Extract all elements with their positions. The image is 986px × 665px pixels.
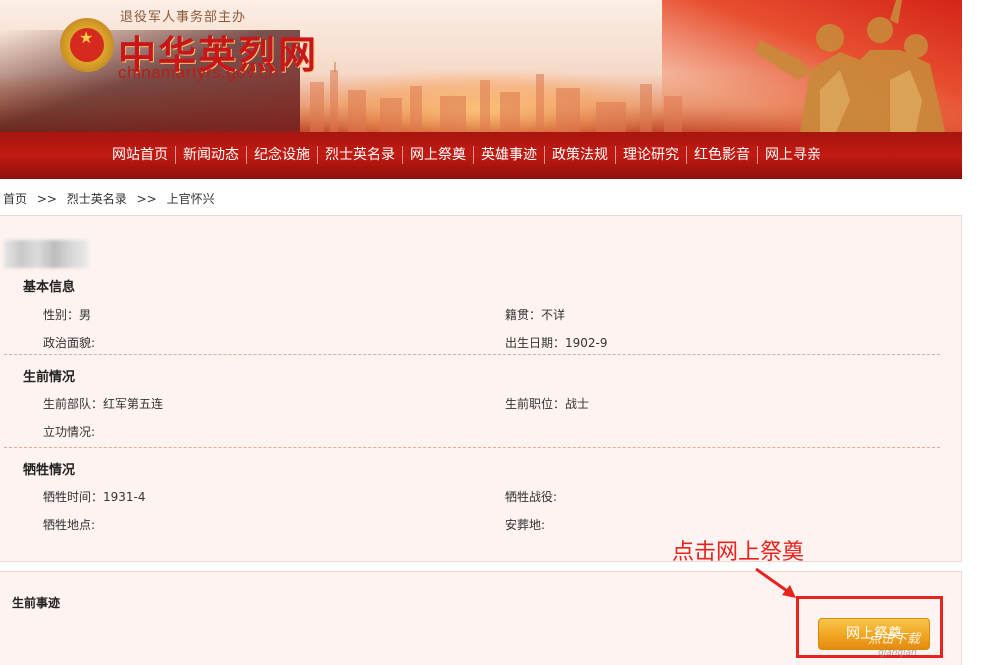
nav-item-policies[interactable]: 政策法规	[544, 146, 615, 164]
annotation-arrow-icon	[755, 567, 796, 598]
nav-item-family-search[interactable]: 网上寻亲	[757, 146, 828, 164]
life-story-title: 生前事迹	[12, 596, 61, 610]
nav-item-home[interactable]: 网站首页	[107, 146, 175, 164]
site-sponsor: 退役军人事务部主办	[120, 10, 247, 25]
annotation-highlight-box	[796, 596, 943, 658]
breadcrumb-martyrs-list[interactable]: 烈士英名录	[67, 192, 127, 206]
field-origin: 籍贯：不详	[505, 308, 566, 322]
site-domain: chinamartyrs.gov.cn	[118, 63, 279, 82]
national-emblem-icon: ★	[60, 18, 114, 72]
nav-item-news[interactable]: 新闻动态	[175, 146, 246, 164]
martyr-info-panel: 基本信息 性别：男 籍贯：不详 政治面貌: 出生日期：1902-9 生前情况 生…	[0, 215, 962, 562]
nav-item-martyrs-list[interactable]: 烈士英名录	[317, 146, 402, 164]
nav-item-red-media[interactable]: 红色影音	[686, 146, 757, 164]
field-gender: 性别：男	[43, 308, 92, 322]
field-birth-date: 出生日期：1902-9	[505, 336, 608, 350]
field-merit: 立功情况:	[43, 425, 96, 439]
field-sacrifice-battle: 牺牲战役:	[505, 490, 558, 504]
field-politics: 政治面貌:	[43, 336, 96, 350]
nav-item-research[interactable]: 理论研究	[615, 146, 686, 164]
field-sacrifice-time: 牺牲时间：1931-4	[43, 490, 146, 504]
field-burial-place: 安葬地:	[505, 518, 546, 532]
nav-item-online-tribute[interactable]: 网上祭奠	[402, 146, 473, 164]
breadcrumb-current: 上官怀兴	[166, 192, 215, 206]
nav-item-memorials[interactable]: 纪念设施	[246, 146, 317, 164]
martyrs-statue-icon	[754, 0, 945, 132]
breadcrumb-separator: >>	[36, 192, 57, 206]
section-divider	[4, 354, 940, 355]
breadcrumb: 首页 >> 烈士英名录 >> 上官怀兴	[3, 190, 221, 207]
section-title-basic: 基本信息	[23, 280, 76, 295]
blurred-portrait	[4, 240, 88, 268]
watermark: 点击下载	[868, 632, 921, 647]
section-divider	[4, 447, 940, 448]
breadcrumb-separator: >>	[136, 192, 157, 206]
main-nav: 网站首页 新闻动态 纪念设施 烈士英名录 网上祭奠 英雄事迹 政策法规 理论研究…	[0, 132, 962, 179]
annotation-label: 点击网上祭奠	[672, 540, 805, 565]
field-unit: 生前部队：红军第五连	[43, 397, 164, 411]
section-title-life: 生前情况	[23, 370, 76, 385]
breadcrumb-home[interactable]: 首页	[3, 192, 27, 206]
section-title-sacrifice: 牺牲情况	[23, 463, 76, 478]
field-sacrifice-place: 牺牲地点:	[43, 518, 96, 532]
nav-item-hero-stories[interactable]: 英雄事迹	[473, 146, 544, 164]
site-banner: ★ 退役军人事务部主办 中华英烈网 chinamartyrs.gov.cn	[0, 0, 962, 132]
field-post: 生前职位：战士	[505, 397, 590, 411]
watermark-sub: qianqian	[878, 648, 917, 658]
